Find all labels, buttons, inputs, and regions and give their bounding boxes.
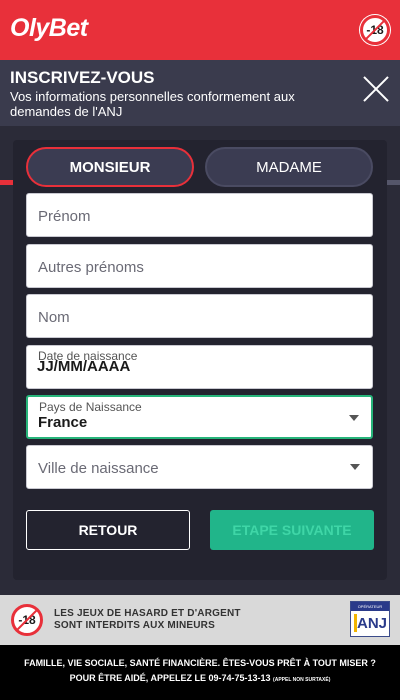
- first-name-field[interactable]: Prénom: [26, 193, 373, 237]
- anj-logo-name: ANJ: [357, 615, 388, 632]
- country-value: France: [38, 414, 88, 431]
- helpline-line2: POUR ÊTRE AIDÉ, APPELEZ LE 09-74-75-13-1…: [0, 673, 400, 683]
- anj-logo-caption: OPÉRATEUR AGRÉÉ: [351, 602, 389, 618]
- responsible-gaming-banner: -18 LES JEUX DE HASARD ET D'ARGENT SONT …: [0, 595, 400, 645]
- minors-warning-line1: LES JEUX DE HASARD ET D'ARGENT: [54, 608, 241, 619]
- helpline-note: (APPEL NON SURTAXÉ): [273, 677, 331, 683]
- country-label: Pays de Naissance: [39, 400, 142, 414]
- page-subtitle: Vos informations personnelles conformeme…: [10, 89, 295, 119]
- city-placeholder: Ville de naissance: [38, 460, 159, 477]
- page-title: INSCRIVEZ-VOUS: [10, 68, 155, 87]
- minors-warning: LES JEUX DE HASARD ET D'ARGENT SONT INTE…: [54, 608, 241, 632]
- helpline-phone-text: POUR ÊTRE AIDÉ, APPELEZ LE 09-74-75-13-1…: [69, 673, 271, 683]
- gender-madame-button[interactable]: MADAME: [205, 147, 373, 187]
- city-of-birth-select[interactable]: Ville de naissance: [26, 445, 373, 489]
- minors-warning-line2: SONT INTERDITS AUX MINEURS: [54, 620, 215, 631]
- age-badge-text: -18: [366, 23, 384, 37]
- helpline-line1: FAMILLE, VIE SOCIALE, SANTÉ FINANCIÈRE. …: [24, 658, 376, 668]
- age-restriction-icon: -18: [360, 15, 390, 45]
- back-button[interactable]: RETOUR: [26, 510, 190, 550]
- top-bar: OlyBet -18: [0, 0, 400, 60]
- date-of-birth-field[interactable]: Date de naissance JJ/MM/AAAA: [26, 345, 373, 389]
- last-name-field[interactable]: Nom: [26, 294, 373, 338]
- country-of-birth-select[interactable]: Pays de Naissance France: [26, 395, 373, 439]
- helpline-banner: FAMILLE, VIE SOCIALE, SANTÉ FINANCIÈRE. …: [0, 645, 400, 700]
- registration-header: INSCRIVEZ-VOUS Vos informations personne…: [0, 60, 400, 185]
- age-restriction-icon: -18: [11, 604, 43, 636]
- next-step-button[interactable]: ETAPE SUIVANTE: [210, 510, 374, 550]
- other-names-placeholder: Autres prénoms: [38, 259, 144, 276]
- chevron-down-icon: [349, 415, 359, 421]
- close-icon[interactable]: [362, 75, 390, 103]
- chevron-down-icon: [350, 464, 360, 470]
- gender-monsieur-button[interactable]: MONSIEUR: [26, 147, 194, 187]
- olybet-logo[interactable]: OlyBet: [10, 14, 88, 43]
- last-name-placeholder: Nom: [38, 309, 70, 326]
- first-name-placeholder: Prénom: [38, 208, 91, 225]
- dob-value: JJ/MM/AAAA: [37, 358, 131, 375]
- footer-age-text: -18: [18, 613, 36, 627]
- anj-logo: OPÉRATEUR AGRÉÉ ANJ: [350, 601, 390, 637]
- other-names-field[interactable]: Autres prénoms: [26, 244, 373, 288]
